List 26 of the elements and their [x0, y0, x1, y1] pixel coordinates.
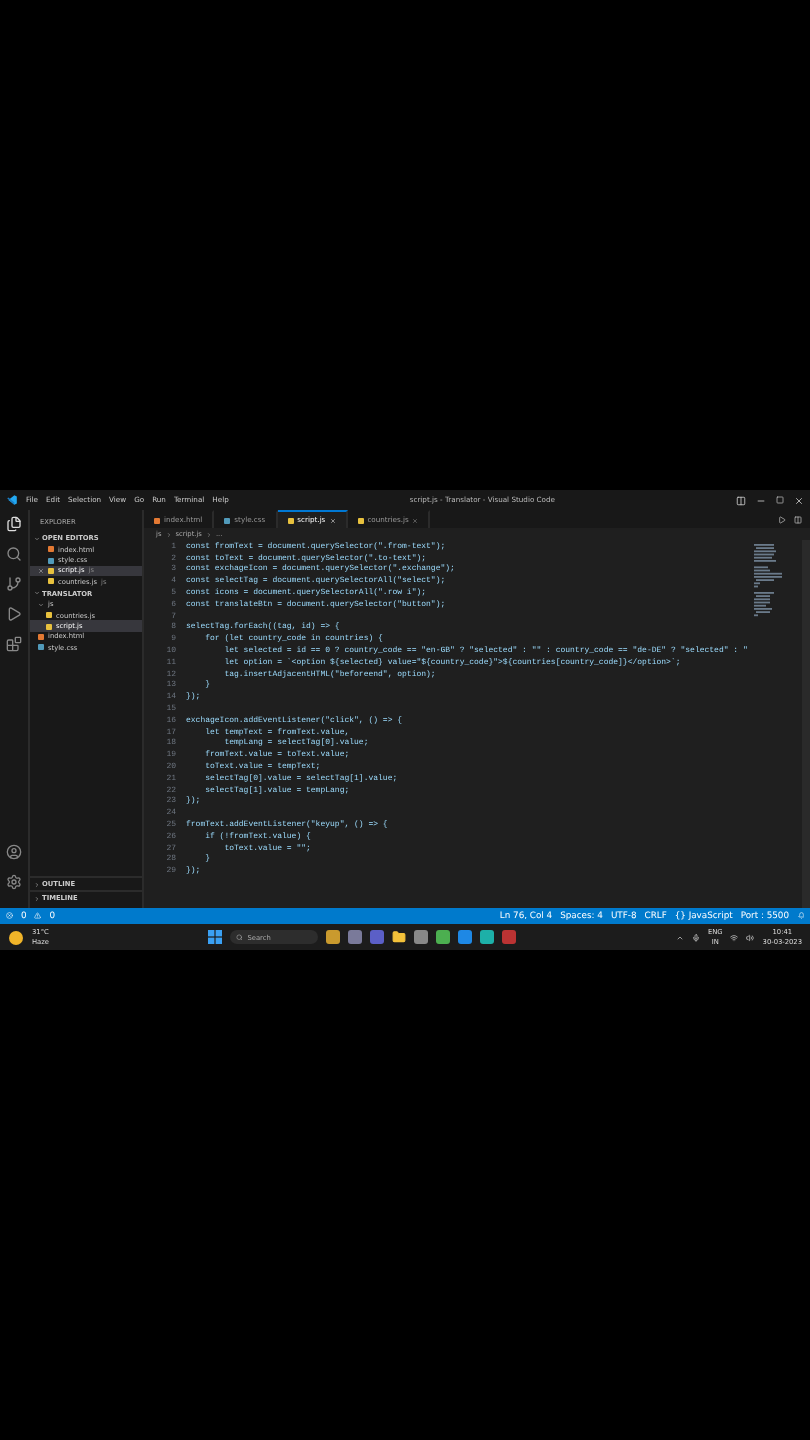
layout-icon[interactable] — [736, 495, 746, 505]
microphone-icon[interactable] — [691, 933, 700, 941]
settings-icon[interactable] — [6, 874, 22, 890]
extensions-icon[interactable] — [6, 636, 22, 652]
file-icon — [357, 517, 364, 523]
branch-icon[interactable] — [6, 576, 22, 592]
editor-logo-icon — [6, 494, 18, 506]
wifi-icon[interactable] — [730, 933, 739, 941]
split-editor-icon[interactable] — [794, 515, 802, 523]
minimize-icon[interactable] — [756, 495, 766, 505]
account-icon[interactable] — [6, 844, 22, 860]
run-icon[interactable] — [778, 515, 786, 523]
folder-icon[interactable] — [392, 930, 407, 944]
file-icon — [224, 517, 231, 523]
error-icon — [6, 912, 13, 920]
windows-logo-icon[interactable] — [208, 930, 223, 944]
search-icon — [236, 933, 244, 941]
warning-icon — [34, 912, 42, 920]
file-icon — [287, 517, 294, 523]
maximize-icon[interactable] — [776, 496, 784, 504]
search-icon[interactable] — [6, 546, 22, 562]
files-icon[interactable] — [6, 516, 22, 532]
file-icon — [154, 517, 160, 523]
run-icon[interactable] — [6, 606, 22, 622]
speaker-icon[interactable] — [746, 933, 755, 941]
sun-icon — [8, 929, 24, 945]
